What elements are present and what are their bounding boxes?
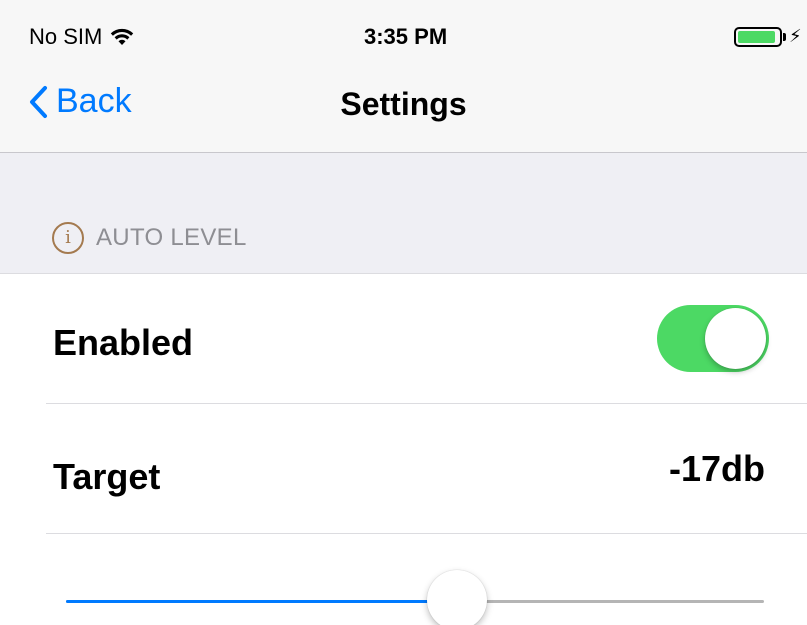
battery-icon <box>734 26 782 47</box>
wifi-icon <box>110 28 134 46</box>
target-label: Target <box>53 456 161 497</box>
status-carrier: No SIM <box>29 24 134 50</box>
battery-tip <box>783 32 786 41</box>
target-value: -17db <box>668 448 765 489</box>
navigation-bar <box>0 0 807 153</box>
target-row: Target -17db <box>0 404 807 534</box>
info-icon[interactable]: i <box>52 222 84 254</box>
battery-indicator: ⚡ <box>734 26 802 47</box>
slider-fill <box>66 600 457 603</box>
enabled-toggle[interactable] <box>657 305 769 372</box>
carrier-label: No SIM <box>29 24 103 49</box>
section-header: i AUTO LEVEL <box>52 222 247 254</box>
slider-thumb[interactable] <box>426 570 487 625</box>
toggle-knob <box>705 308 766 369</box>
enabled-row: Enabled <box>0 274 807 404</box>
bolt-icon: ⚡ <box>789 26 802 46</box>
section-title: AUTO LEVEL <box>96 224 247 251</box>
target-slider[interactable] <box>66 568 764 625</box>
slider-row <box>0 534 807 625</box>
settings-screen: No SIM 3:35 PM ⚡ Back Settings i AUTO LE… <box>0 0 807 625</box>
page-title: Settings <box>340 86 467 122</box>
battery-fill <box>738 30 775 43</box>
status-time: 3:35 PM <box>364 24 448 49</box>
section-background <box>0 153 807 274</box>
enabled-label: Enabled <box>53 322 194 363</box>
